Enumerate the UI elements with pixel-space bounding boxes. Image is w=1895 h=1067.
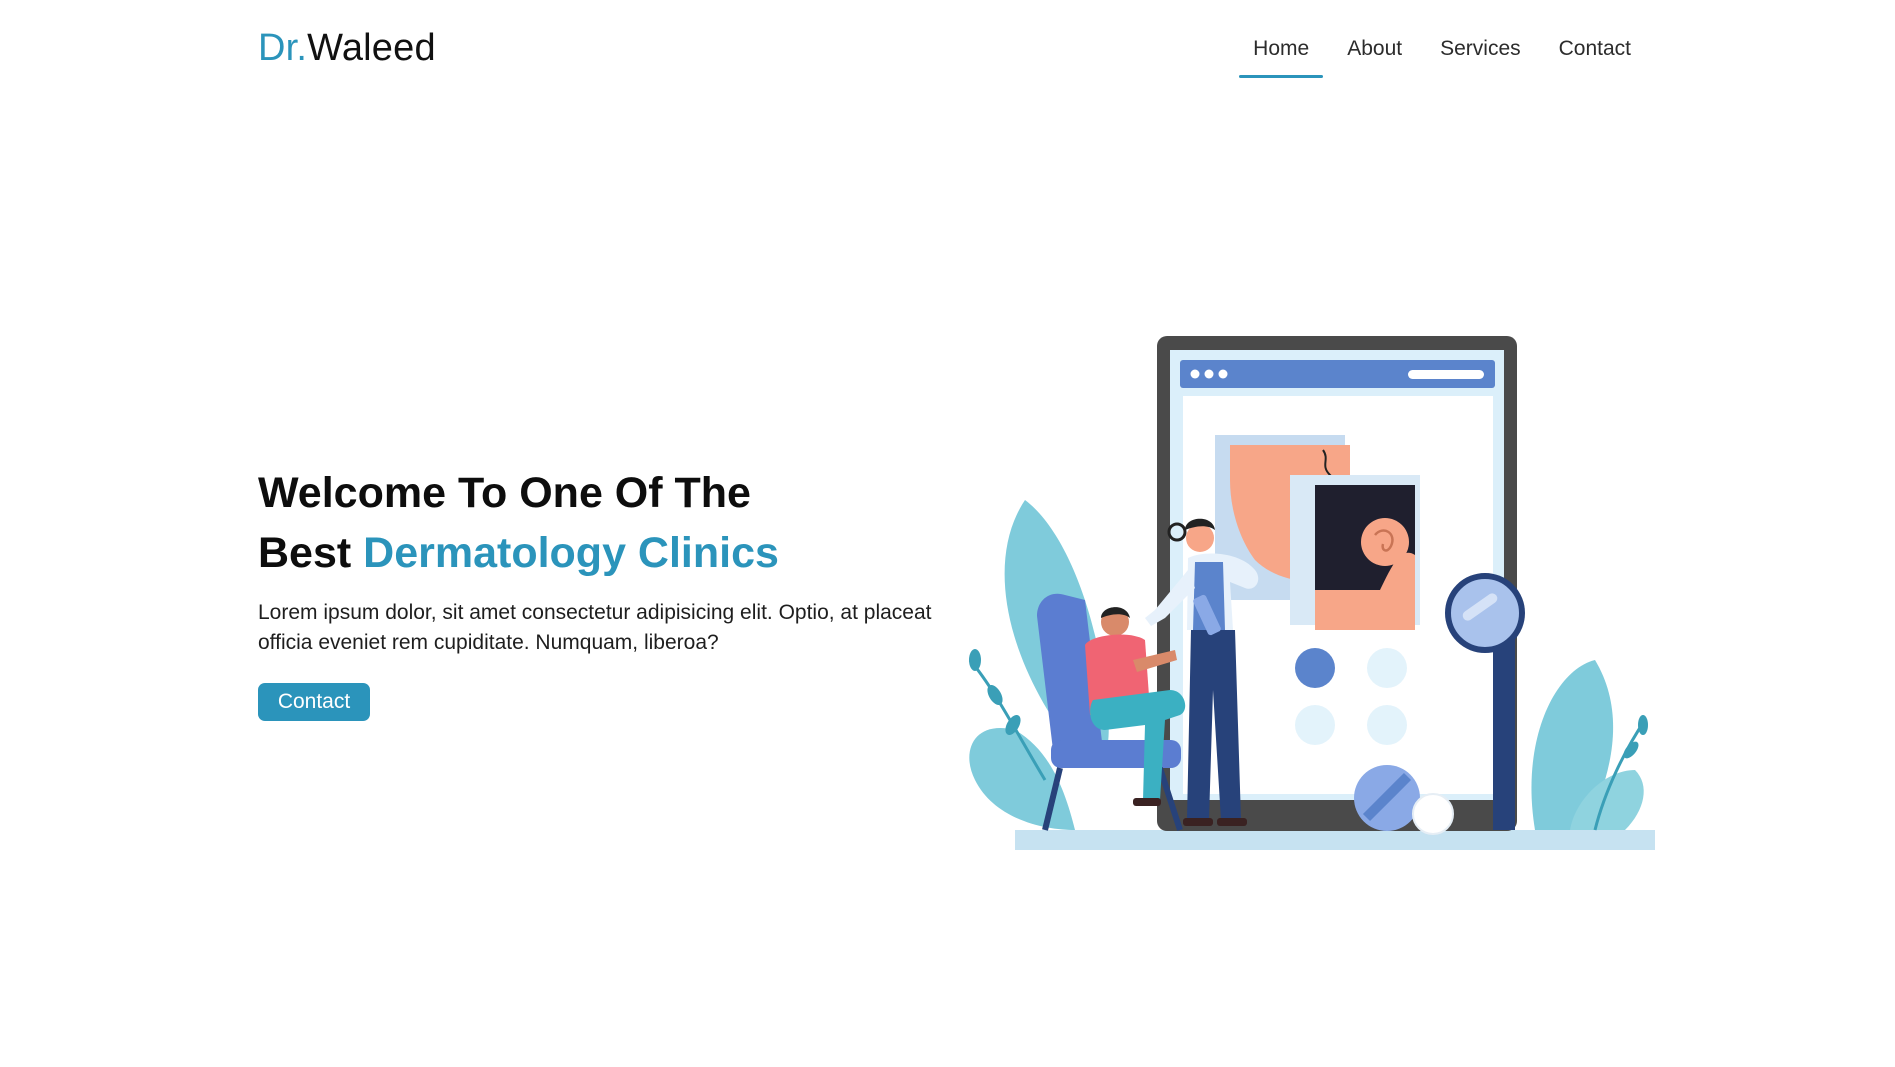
nav-contact[interactable]: Contact (1545, 30, 1645, 78)
ear-closeup-icon (1290, 475, 1420, 630)
dermatology-illustration (968, 336, 1655, 850)
page: Dr.Waleed Home About Services Contact We… (0, 0, 1895, 1067)
ground-strip (1015, 830, 1655, 850)
hero-title-prefix: Best (258, 529, 364, 577)
nav-services[interactable]: Services (1426, 30, 1535, 78)
logo-name: Waleed (307, 27, 436, 69)
nav-about[interactable]: About (1333, 30, 1416, 78)
hero-title: Welcome To One Of The Best Dermatology C… (258, 463, 779, 583)
logo[interactable]: Dr.Waleed (258, 24, 436, 72)
main-nav: Home About Services Contact (1229, 30, 1645, 78)
logo-prefix: Dr. (258, 27, 308, 69)
hero-title-accent: Dermatology Clinics (363, 529, 779, 577)
hero-description: Lorem ipsum dolor, sit amet consectetur … (258, 601, 932, 654)
hero-title-line1: Welcome To One Of The (258, 469, 751, 517)
contact-button[interactable]: Contact (258, 683, 370, 721)
right-plant-icon (1531, 660, 1648, 831)
nav-home[interactable]: Home (1239, 30, 1324, 78)
